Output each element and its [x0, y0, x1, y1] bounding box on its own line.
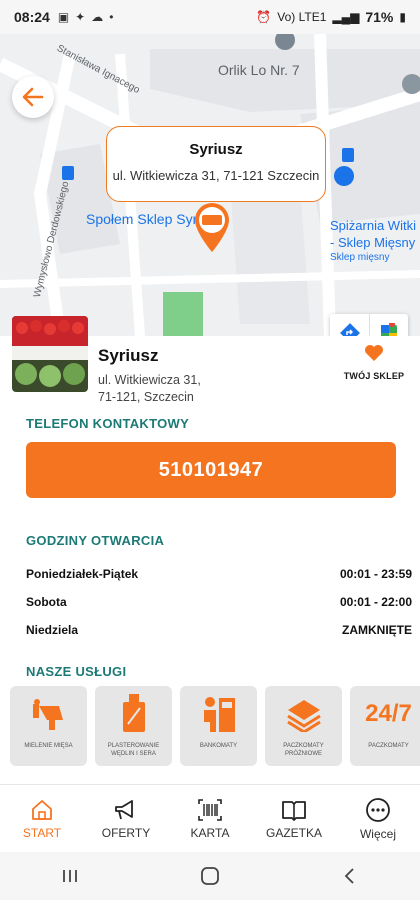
store-pin-icon[interactable] — [193, 202, 231, 254]
book-icon — [282, 800, 306, 821]
google-maps-button[interactable] — [369, 314, 408, 336]
nav-wiecej[interactable]: Więcej — [336, 785, 420, 852]
back-system-icon[interactable] — [341, 867, 359, 885]
back-button[interactable] — [12, 76, 54, 118]
call-phone-button[interactable]: 510101947 — [26, 442, 396, 498]
nav-gazetka[interactable]: GAZETKA — [252, 785, 336, 852]
map-tools — [330, 314, 408, 336]
hours-day: Poniedziałek-Piątek — [26, 567, 139, 581]
service-item[interactable]: 24/7 PACZKOMATY — [350, 686, 420, 766]
hours-row: Niedziela ZAMKNIĘTE — [26, 616, 412, 644]
heart-icon — [365, 345, 383, 361]
network-label: Vo) LTE1 — [277, 10, 327, 24]
poi-spizarnia-sub: Sklep mięsny — [330, 252, 390, 263]
nav-label: OFERTY — [101, 825, 151, 840]
arrow-left-icon — [22, 87, 44, 107]
home-icon — [32, 799, 52, 820]
poi-spizarnia-line1: Spiżarnia Witki — [330, 218, 416, 233]
google-maps-icon — [381, 323, 397, 336]
hours-row: Sobota 00:01 - 22:00 — [26, 588, 412, 616]
service-label: MIELENIE MIĘSA — [24, 743, 73, 749]
store-callout[interactable]: Syriusz ul. Witkiewicza 31, 71-121 Szcze… — [106, 126, 326, 202]
store-photo — [12, 316, 88, 392]
service-label: PACZKOMATY PRÓŻNIOWE — [283, 743, 324, 757]
hours-title: GODZINY OTWARCIA — [26, 533, 165, 548]
service-item[interactable]: PLASTEROWANIE WĘDLIN I SERA — [95, 686, 172, 766]
nav-label: KARTA — [190, 825, 230, 840]
recent-apps-icon[interactable] — [61, 867, 79, 885]
bottom-navigation: START OFERTY KARTA GAZETKA Więcej — [0, 784, 420, 852]
service-item[interactable]: PACZKOMATY PRÓŻNIOWE — [265, 686, 342, 766]
hours-day: Niedziela — [26, 623, 79, 637]
barcode-icon — [198, 798, 222, 821]
store-address-line2: 71-121, Szczecin — [98, 390, 194, 404]
cloud-icon: ☁ — [91, 10, 104, 24]
directions-icon — [339, 323, 360, 336]
hours-time: 00:01 - 22:00 — [339, 595, 412, 609]
favorite-store-button[interactable]: TWÓJ SKLEP — [336, 344, 412, 381]
megaphone-icon — [115, 799, 133, 819]
services-title: NASZE USŁUGI — [26, 664, 127, 679]
poi-orlik: Orlik Lo Nr. 7 — [218, 62, 300, 78]
system-navigation — [0, 852, 420, 900]
twitter-icon: ✦ — [75, 10, 86, 24]
hours-time: 00:01 - 23:59 — [339, 567, 412, 581]
more-icon — [366, 797, 390, 822]
nav-karta[interactable]: KARTA — [168, 785, 252, 852]
contact-title: TELEFON KONTAKTOWY — [26, 416, 190, 431]
signal-icon: ▂▄▆ — [332, 10, 360, 24]
store-header: Syriusz ul. Witkiewicza 31, 71-121, Szcz… — [0, 316, 420, 412]
opening-hours: Poniedziałek-Piątek 00:01 - 23:59 Sobota… — [26, 560, 412, 644]
nav-label: START — [22, 825, 62, 840]
store-address-line1: ul. Witkiewicza 31, — [98, 373, 201, 387]
service-item[interactable]: MIELENIE MIĘSA — [10, 686, 87, 766]
alarm-icon: ⏰ — [256, 10, 272, 24]
nav-label: GAZETKA — [265, 825, 322, 840]
store-map[interactable]: Stanisława Ignacego Wymysłowo Derdowskie… — [0, 34, 420, 336]
directions-button[interactable] — [330, 314, 369, 336]
home-system-icon[interactable] — [200, 866, 220, 886]
services-list[interactable]: MIELENIE MIĘSA PLASTEROWANIE WĘDLIN I SE… — [10, 686, 420, 766]
notification-icons: ▣ ✦ ☁ • — [58, 10, 114, 24]
gallery-icon: ▣ — [57, 10, 70, 24]
nav-start[interactable]: START — [0, 785, 84, 852]
service-label: PLASTEROWANIE WĘDLIN I SERA — [107, 743, 160, 757]
battery-icon: ▮ — [399, 10, 406, 24]
service-item[interactable]: BANKOMATY — [180, 686, 257, 766]
nav-oferty[interactable]: OFERTY — [84, 785, 168, 852]
store-address: ul. Witkiewicza 31, 71-121, Szczecin — [98, 372, 218, 406]
store-name: Syriusz — [98, 346, 159, 365]
callout-title: Syriusz — [189, 141, 243, 158]
nav-label: Więcej — [359, 826, 396, 841]
hours-row: Poniedziałek-Piątek 00:01 - 23:59 — [26, 560, 412, 588]
callout-address: ul. Witkiewicza 31, 71-121 Szczecin — [112, 168, 320, 183]
hours-day: Sobota — [26, 595, 67, 609]
parcel-locker-icon: 24/7 — [365, 700, 412, 727]
meat-grinder-icon — [32, 699, 63, 730]
hours-time: ZAMKNIĘTE — [342, 623, 412, 637]
vacuum-pack-icon — [286, 700, 321, 732]
service-label: BANKOMATY — [199, 743, 238, 749]
service-label: PACZKOMATY — [368, 743, 409, 749]
battery-label: 71% — [365, 9, 394, 25]
favorite-label: TWÓJ SKLEP — [343, 371, 405, 381]
poi-spizarnia-line2: - Sklep Mięsny — [330, 235, 416, 250]
dot-icon: • — [109, 10, 114, 24]
status-time: 08:24 — [14, 9, 50, 25]
status-bar: 08:24 ▣ ✦ ☁ • ⏰ Vo) LTE1 ▂▄▆ 71% ▮ — [0, 0, 420, 34]
atm-icon — [203, 697, 235, 732]
slicer-icon — [122, 694, 145, 732]
